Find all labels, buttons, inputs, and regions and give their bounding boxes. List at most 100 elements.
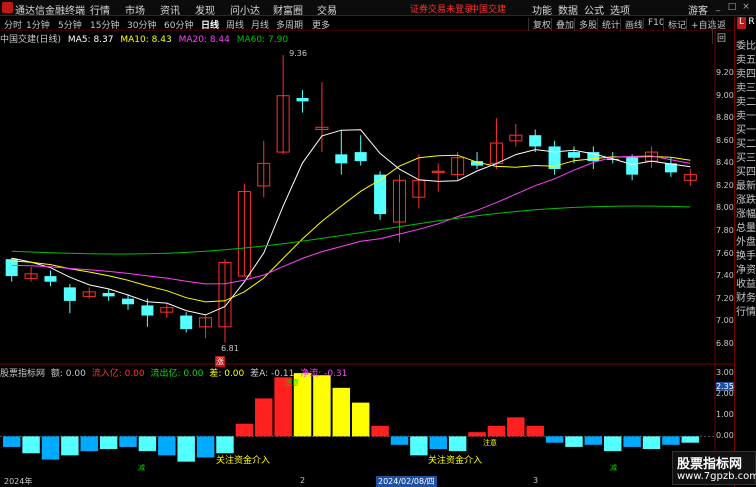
panel-item[interactable]: 卖四: [736, 65, 756, 78]
panel-item[interactable]: 涨跌: [736, 191, 756, 204]
fuquan-button[interactable]: 复权: [528, 18, 551, 31]
tab-5min[interactable]: 5分钟: [58, 18, 82, 31]
panel-item[interactable]: 委比: [736, 37, 756, 50]
price-tick-label: 8.60: [716, 135, 734, 145]
tab-daily[interactable]: 日线: [201, 18, 219, 31]
kline-chart[interactable]: [0, 31, 734, 477]
indicator-tick-label: 2.00: [716, 389, 734, 399]
tab-1min[interactable]: 1分钟: [26, 18, 50, 31]
panel-right-toggle[interactable]: R: [747, 17, 756, 29]
panel-item[interactable]: 卖五: [736, 51, 756, 64]
tab-30min[interactable]: 30分钟: [127, 18, 156, 31]
indicator-bar: [216, 436, 234, 454]
menu-xuanxiang[interactable]: 选项: [610, 2, 630, 17]
tab-more[interactable]: 更多: [312, 18, 330, 31]
indicator-bar: [255, 398, 273, 437]
panel-item[interactable]: 卖二: [736, 93, 756, 106]
panel-left-toggle[interactable]: L: [737, 17, 746, 29]
indicator-bar: [448, 436, 467, 452]
panel-item[interactable]: 行情: [736, 303, 756, 316]
menu-wenxiaoda[interactable]: 问小达: [230, 2, 260, 17]
panel-item[interactable]: 换手: [736, 247, 756, 260]
date-axis: 2024年 2 2024/02/08/四 3: [0, 476, 700, 487]
candle-body: [374, 174, 387, 215]
quote-side-panel: L R 委比 卖五 卖四 卖三 卖二 卖一 买一 买二 买三 买四 最新 涨跌 …: [734, 17, 756, 487]
indicator-bar: [487, 425, 506, 437]
overlay-button[interactable]: 叠加: [551, 18, 574, 31]
indicator-bar: [662, 436, 680, 445]
indicator-annotation: 关注资金介入: [428, 456, 483, 466]
candle-body: [141, 305, 154, 316]
indicator-bar: [410, 436, 428, 456]
panel-item[interactable]: 最新: [736, 177, 756, 190]
price-tick-label: 8.40: [716, 158, 734, 168]
indicator-tick-label: 0.00: [716, 431, 734, 441]
ma60-line: [11, 205, 691, 255]
indicator-bar: [429, 436, 447, 450]
stats-button[interactable]: 统计: [597, 18, 620, 31]
indicator-value-inflow: 流入亿: 0.00: [91, 369, 145, 379]
panel-item[interactable]: 买一: [736, 121, 756, 134]
panel-item[interactable]: 买二: [736, 135, 756, 148]
panel-item[interactable]: 净资: [736, 261, 756, 274]
maximize-icon[interactable]: □: [727, 2, 737, 13]
trade-login-warning[interactable]: 证券交易未登录: [410, 2, 473, 15]
panel-item[interactable]: 涨幅: [736, 205, 756, 218]
indicator-bar: [235, 423, 254, 437]
panel-item[interactable]: 收益: [736, 275, 756, 288]
price-tick-label: 8.00: [716, 203, 734, 213]
ma20-line: [11, 155, 691, 285]
low-price-label: 6.81: [220, 343, 239, 353]
watermark-title: 股票指标网: [677, 457, 743, 472]
tab-fenshi[interactable]: 分时: [4, 18, 22, 31]
panel-item[interactable]: 买四: [736, 163, 756, 176]
indicator-bar: [61, 436, 79, 456]
menu-shuju[interactable]: 数据: [558, 2, 578, 17]
menu-gongneng[interactable]: 功能: [532, 2, 552, 17]
tab-weekly[interactable]: 周线: [226, 18, 244, 31]
panel-item[interactable]: 财务: [736, 289, 756, 302]
menu-caifuquan[interactable]: 财富圈: [273, 2, 303, 17]
panel-item[interactable]: 总量: [736, 219, 756, 232]
menu-shichang[interactable]: 市场: [125, 2, 145, 17]
menu-zixun[interactable]: 资讯: [160, 2, 180, 17]
minimize-icon[interactable]: _: [713, 2, 723, 13]
panel-item[interactable]: 外盘: [736, 233, 756, 246]
menu-jiaoyi[interactable]: 交易: [317, 2, 337, 17]
tab-15min[interactable]: 15分钟: [90, 18, 119, 31]
mark-button[interactable]: 标记: [663, 18, 686, 31]
indicator-bar: [681, 436, 700, 443]
menu-faxian[interactable]: 发现: [195, 2, 215, 17]
menu-gongshi[interactable]: 公式: [584, 2, 604, 17]
menu-hangqing[interactable]: 行情: [90, 2, 110, 17]
indicator-value-outflow: 流出亿: 0.00: [150, 369, 204, 379]
indicator-bar: [138, 436, 157, 452]
panel-item[interactable]: 买三: [736, 149, 756, 162]
date-label: 2024年: [4, 477, 33, 486]
tab-multi-period[interactable]: 多周期: [276, 18, 303, 31]
indicator-value-diff: 差: 0.00: [209, 369, 245, 379]
indicator-bar: [158, 436, 176, 456]
price-tick-label: 8.20: [716, 180, 734, 190]
guest-label[interactable]: 游客: [688, 2, 708, 17]
price-tick-label: 7.80: [716, 226, 734, 235]
multi-stock-button[interactable]: 多股: [574, 18, 597, 31]
tab-60min[interactable]: 60分钟: [164, 18, 193, 31]
candle-body: [180, 315, 193, 330]
tab-monthly[interactable]: 月线: [251, 18, 269, 31]
date-label: 2: [300, 476, 306, 485]
indicator-bar: [642, 436, 661, 450]
indicator-bar: [80, 436, 98, 452]
indicator-small-label: 减: [138, 464, 145, 472]
indicator-bar: [119, 436, 137, 447]
panel-item[interactable]: 卖三: [736, 79, 756, 92]
candle-body: [122, 298, 135, 305]
indicator-bar: [196, 436, 215, 458]
panel-item[interactable]: 卖一: [736, 107, 756, 120]
price-tick-label: 6.80: [716, 338, 734, 348]
indicator-annotation: 关注资金介入: [216, 456, 271, 466]
f10-button[interactable]: F10: [643, 18, 665, 28]
close-icon[interactable]: ×: [741, 2, 751, 13]
draw-line-button[interactable]: 画线: [620, 18, 643, 31]
candle-body: [335, 154, 348, 164]
